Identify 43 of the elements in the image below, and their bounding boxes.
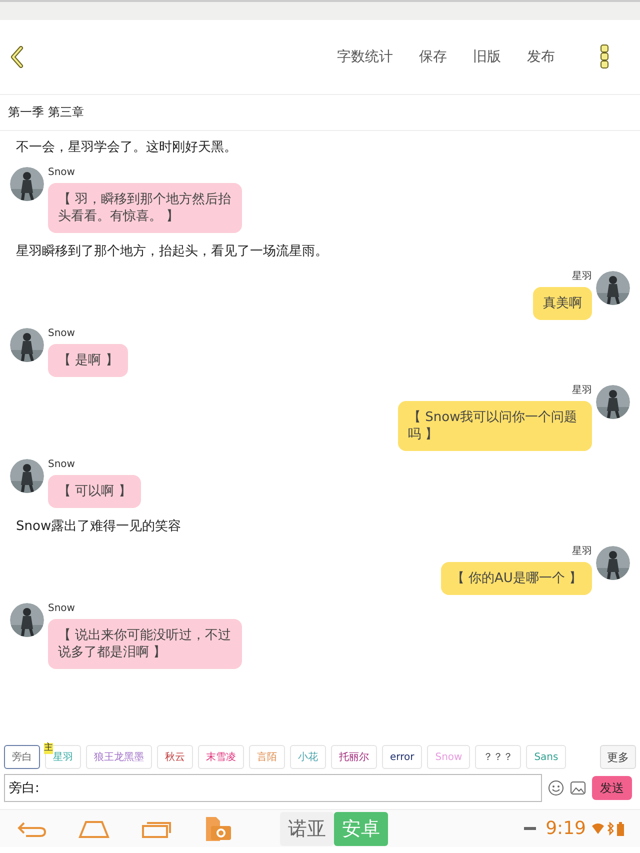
chapter-title: 第一季 第三章 <box>8 104 84 121</box>
toolbar-button[interactable]: 发布 <box>527 48 555 66</box>
character-chip[interactable]: 狼王龙黑墨 <box>86 745 152 769</box>
character-chip[interactable]: 星羽 主 <box>45 745 81 769</box>
sender-name: Snow <box>48 328 76 340</box>
more-icon[interactable] <box>600 44 610 70</box>
character-chip[interactable]: 末雪凌 <box>198 745 244 769</box>
character-chip[interactable]: 托丽尔 <box>331 745 377 769</box>
more-button[interactable]: 更多 <box>600 745 636 769</box>
toolbar-button[interactable]: 字数统计 <box>337 48 393 66</box>
status-icons-drawing <box>592 822 624 836</box>
minus-icon <box>524 826 536 830</box>
character-chip[interactable]: 旁白 <box>4 745 40 769</box>
clock-time: 9:19 <box>546 818 586 839</box>
narration-text: 星羽瞬移到了那个地方，抬起头，看见了一场流星雨。 <box>15 243 329 261</box>
sender-name: Snow <box>48 459 76 471</box>
toolbar-button[interactable]: 保存 <box>419 48 447 66</box>
image-icon[interactable] <box>570 780 586 796</box>
message-bubble: 【 你的AU是哪一个 】 <box>441 562 592 595</box>
character-chip[interactable]: error <box>382 745 422 769</box>
character-chip[interactable]: 秋云 <box>157 745 193 769</box>
sender-name: 星羽 <box>572 546 592 558</box>
narration-text: 不一会，星羽学会了。这时刚好天黑。 <box>15 139 238 157</box>
message-bubble: 真美啊 <box>533 287 592 320</box>
message-bubble: 【 羽，瞬移到那个地方然后抬头看看。有惊喜。 】 <box>48 183 242 233</box>
sender-name: 星羽 <box>572 271 592 283</box>
input-field[interactable]: 旁白: <box>4 774 542 802</box>
narration-text: Snow露出了难得一见的笑容 <box>15 518 182 536</box>
brand-label: 诺亚 <box>280 812 334 846</box>
main-badge: 主 <box>44 743 53 754</box>
character-chip[interactable]: ？？？ <box>475 745 522 769</box>
toolbar-button[interactable]: 旧版 <box>473 48 501 66</box>
sender-name: Snow <box>48 167 76 179</box>
send-button[interactable]: 发送 <box>592 776 632 800</box>
message-bubble: 【 是啊 】 <box>48 344 128 377</box>
emoji-icon[interactable] <box>548 780 564 796</box>
message-bubble: 【 说出来你可能没听过，不过说多了都是泪啊 】 <box>48 619 242 669</box>
back-icon[interactable] <box>10 46 24 68</box>
sender-name: 星羽 <box>572 385 592 397</box>
sender-name: Snow <box>48 603 76 615</box>
message-bubble: 【 Snow我可以问你一个问题吗 】 <box>398 401 592 451</box>
message-bubble: 【 可以啊 】 <box>48 475 142 508</box>
brand-label: 安卓 <box>334 812 388 846</box>
